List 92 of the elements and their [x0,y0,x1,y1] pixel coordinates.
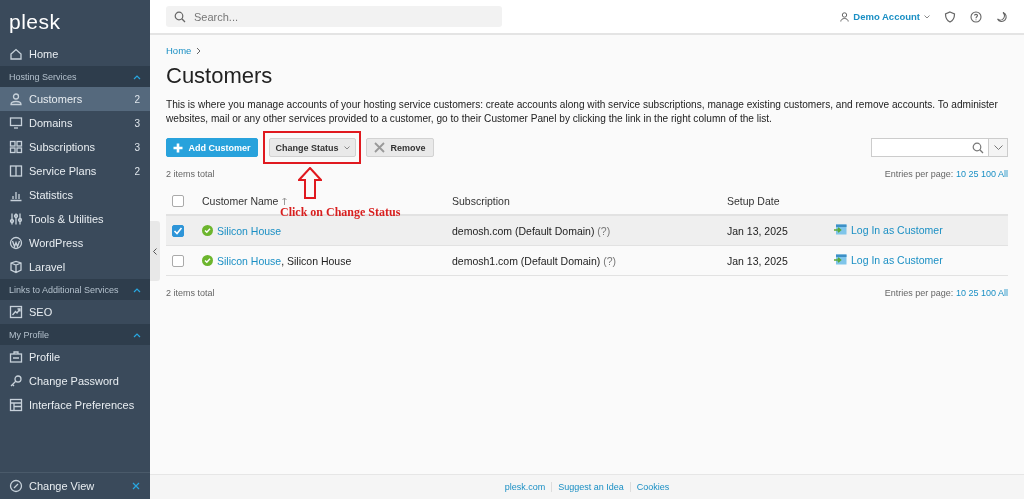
plus-icon [173,142,184,153]
book-icon [9,164,23,178]
page-size-link[interactable]: 10 [955,169,966,179]
page-title: Customers [166,63,274,89]
search-icon [174,10,186,23]
sidebar-item[interactable]: SEO [0,300,150,324]
search-field[interactable]: Search... [166,6,502,27]
monitor-icon [9,116,23,130]
row-checkbox[interactable] [172,254,184,267]
page-size-link[interactable]: 25 [968,288,979,298]
trend-chart-icon [9,305,23,319]
sidebar-section-header[interactable]: Links to Additional Services [0,279,150,300]
sidebar-item[interactable]: Tools & Utilities [0,207,150,231]
items-total: 2 items total [166,288,215,298]
remove-button[interactable]: Remove [366,138,434,157]
id-card-icon [9,350,23,364]
footer-link[interactable]: Cookies [629,482,676,492]
footer-link[interactable]: Suggest an Idea [551,482,630,492]
help-icon[interactable] [970,10,982,23]
caret-icon [343,145,350,150]
annotation-label: Click on Change Status [280,205,401,220]
panel-icon [9,398,23,412]
page-size-link[interactable]: All [998,169,1008,179]
page-description: This is where you manage accounts of your hosting service customers: create accounts along with service subscriptions, manage existing customers, and remove accounts. To administer websites, mail or any other services provided to a customer, go to their Customer Panel by clicking the link in the right column of the list. [166,98,999,126]
plesk-logo[interactable]: plesk [0,0,70,42]
sidebar-collapse-handle[interactable] [150,221,160,281]
sort-arrow-icon [282,196,288,205]
entries-per-page-label: Entries per page: [884,169,954,179]
page-size-link[interactable]: All [998,288,1008,298]
up-arrow [298,167,322,199]
help-link[interactable]: (?) [597,224,611,237]
log-in-as-customer-link[interactable]: Log In as Customer [834,253,943,266]
sliders-icon [9,212,23,226]
user-icon [9,92,23,106]
search-input[interactable]: Search... [192,9,494,24]
row-checkbox[interactable] [172,194,184,207]
sidebar-section-header[interactable]: Hosting Services [0,66,150,87]
login-window-icon [834,224,847,236]
user-icon [840,11,850,22]
filter-dropdown-button[interactable] [989,138,1008,157]
sidebar-item[interactable]: Customers 2 [0,87,150,111]
row-checkbox[interactable] [172,224,184,237]
page-size-link[interactable]: 100 [980,288,996,298]
change-status-button[interactable]: Change Status [269,138,356,157]
help-link[interactable]: (?) [603,254,616,267]
sidebar-item[interactable]: Service Plans 2 [0,159,150,183]
status-ok-icon [202,225,213,236]
sidebar-item[interactable]: WordPress [0,231,150,255]
sidebar-item[interactable]: Change Password [0,369,150,393]
sidebar-item[interactable]: Interface Preferences [0,393,150,417]
sidebar-item[interactable]: Profile [0,345,150,369]
breadcrumb-link[interactable]: Home [166,45,192,56]
account-menu[interactable]: Demo Account [840,11,930,22]
column-header[interactable]: Setup Date [727,194,780,207]
compass-icon [9,479,23,493]
page-size-link[interactable]: 100 [980,169,996,179]
chevron-right-icon [196,46,202,55]
column-header[interactable]: Customer Name [202,194,279,207]
key-icon [9,374,23,388]
status-ok-icon [202,255,213,266]
customer-link[interactable]: Silicon House [217,224,282,237]
setup-date-cell: Jan 13, 2025 [727,224,788,237]
entries-per-page-label: Entries per page: [884,288,954,298]
sidebar-item[interactable]: Laravel [0,255,150,279]
caret-icon [924,14,930,19]
search-icon [972,141,984,154]
circle-logo-icon [9,236,23,250]
setup-date-cell: Jan 13, 2025 [727,254,788,267]
page-size-link[interactable]: 10 [955,288,966,298]
column-header[interactable]: Subscription [452,194,510,207]
chevron-down-icon [993,145,1003,150]
footer-link[interactable]: plesk.com [498,482,552,492]
close-icon[interactable] [132,482,140,490]
sidebar-item[interactable]: Home [0,42,150,66]
login-window-icon [834,254,847,266]
sidebar-item[interactable]: Subscriptions 3 [0,135,150,159]
sidebar-section-header[interactable]: My Profile [0,324,150,345]
grid-icon [9,140,23,154]
filter-field[interactable] [871,138,989,157]
shield-icon[interactable] [944,10,956,23]
sidebar-item[interactable]: Statistics [0,183,150,207]
sidebar-item[interactable]: Domains 3 [0,111,150,135]
subscription-cell: demosh.com (Default Domain) [452,224,595,237]
page-size-link[interactable]: 25 [968,169,979,179]
log-in-as-customer-link[interactable]: Log In as Customer [834,223,943,236]
cube-icon [9,260,23,274]
items-total: 2 items total [166,169,215,179]
home-icon [9,47,23,61]
company-name: , Silicon House [281,254,352,267]
moon-icon[interactable] [996,10,1008,23]
subscription-cell: demosh1.com (Default Domain) [452,254,601,267]
cross-icon [374,142,386,153]
